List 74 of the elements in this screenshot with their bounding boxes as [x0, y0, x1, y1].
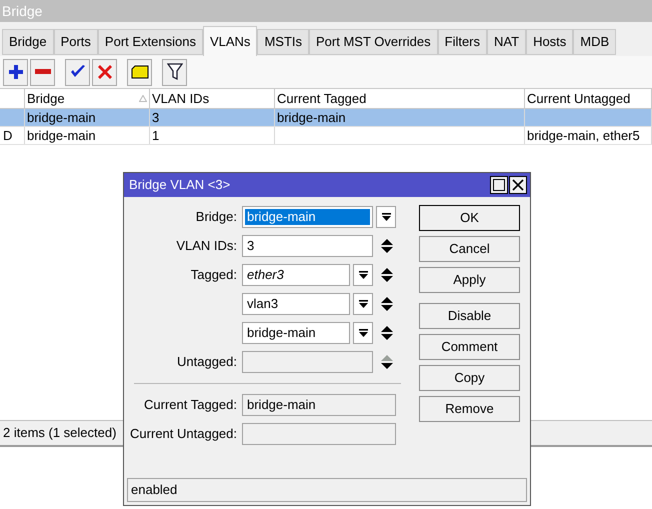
- tab[interactable]: Filters: [438, 29, 488, 55]
- tab[interactable]: Hosts: [526, 29, 574, 55]
- column-header[interactable]: Current Untagged: [525, 89, 652, 108]
- filter-icon: [166, 63, 182, 81]
- tab[interactable]: VLANs: [202, 26, 258, 56]
- column-header[interactable]: Current Tagged: [275, 89, 525, 108]
- input-field[interactable]: 3: [242, 235, 373, 257]
- up-down-icon: [381, 297, 393, 311]
- tab[interactable]: Port Extensions: [98, 29, 203, 55]
- table-cell-text: 3: [152, 108, 160, 127]
- up-down-icon: [381, 355, 393, 369]
- readonly-field: bridge-main: [242, 394, 396, 416]
- table-cell-text: 1: [152, 126, 160, 145]
- table-cell-text: bridge-main, ether5: [527, 126, 640, 145]
- input-field[interactable]: ether3: [242, 264, 350, 286]
- dropdown-arrow-icon: [358, 328, 368, 338]
- dialog-button[interactable]: Comment: [419, 334, 520, 360]
- tab[interactable]: MDB: [573, 29, 616, 55]
- tab[interactable]: NAT: [487, 29, 526, 55]
- close-icon: [512, 179, 524, 191]
- table-cell-text: bridge-main: [27, 126, 96, 145]
- input-field[interactable]: vlan3: [242, 293, 350, 315]
- dialog-button[interactable]: Remove: [419, 396, 520, 422]
- maximize-button[interactable]: [490, 176, 508, 194]
- cross-icon: [98, 65, 112, 79]
- window-title: Bridge: [2, 2, 42, 21]
- check-icon: [70, 65, 86, 79]
- note-icon: [130, 65, 148, 79]
- dropdown-button[interactable]: [376, 206, 396, 228]
- sort-icon: [139, 95, 147, 102]
- maximize-icon: [493, 179, 505, 191]
- dropdown-arrow-icon: [358, 270, 368, 280]
- minus-icon: [34, 69, 50, 75]
- table-cell-text: bridge-main: [27, 108, 96, 127]
- close-button[interactable]: [509, 176, 527, 194]
- dialog-button[interactable]: Apply: [419, 267, 520, 293]
- table-row[interactable]: D bridge-main 1 bridge-main, ether5: [0, 127, 652, 145]
- up-down-icon: [381, 326, 393, 340]
- input-field[interactable]: bridge-main: [242, 322, 350, 344]
- combo-field[interactable]: bridge-main: [242, 206, 373, 228]
- column-header[interactable]: VLAN IDs: [150, 89, 275, 108]
- toolbar-button[interactable]: [3, 58, 28, 86]
- table-cell-text: bridge-main: [277, 108, 346, 127]
- tab[interactable]: Ports: [54, 29, 98, 55]
- field-label: Current Tagged:: [144, 396, 237, 414]
- flag-cell-text: D: [3, 126, 12, 145]
- up-down-icon: [381, 268, 393, 282]
- field-label: Tagged:: [190, 266, 237, 284]
- dialog-title: Bridge VLAN <3>: [129, 176, 230, 194]
- dropdown-arrow-icon: [382, 212, 390, 222]
- field-label: Current Untagged:: [130, 425, 237, 444]
- dialog-button[interactable]: Cancel: [419, 236, 520, 262]
- tab[interactable]: MSTIs: [257, 29, 309, 55]
- dialog-button[interactable]: OK: [419, 205, 520, 231]
- column-header[interactable]: Bridge: [25, 89, 150, 108]
- field-label: Untagged:: [177, 353, 237, 372]
- plus-icon: [8, 64, 24, 80]
- status-text: 2 items (1 selected): [3, 424, 116, 442]
- dialog-button[interactable]: Disable: [419, 303, 520, 329]
- up-down-icon: [381, 239, 393, 253]
- dialog-button[interactable]: Copy: [419, 365, 520, 391]
- tab[interactable]: Port MST Overrides: [309, 29, 438, 55]
- field-label: Bridge:: [196, 208, 237, 226]
- table-row[interactable]: bridge-main 3 bridge-main: [0, 109, 652, 127]
- dropdown-arrow-icon: [358, 300, 368, 308]
- toolbar-button[interactable]: [65, 58, 90, 86]
- dropdown-button[interactable]: [353, 322, 373, 344]
- toolbar-button[interactable]: [127, 58, 152, 86]
- toolbar-button[interactable]: [162, 58, 187, 86]
- dropdown-button[interactable]: [353, 293, 373, 315]
- dialog-status: enabled: [127, 478, 527, 502]
- dropdown-button[interactable]: [353, 264, 373, 286]
- field-label: VLAN IDs:: [176, 237, 237, 256]
- tab[interactable]: Bridge: [2, 29, 54, 55]
